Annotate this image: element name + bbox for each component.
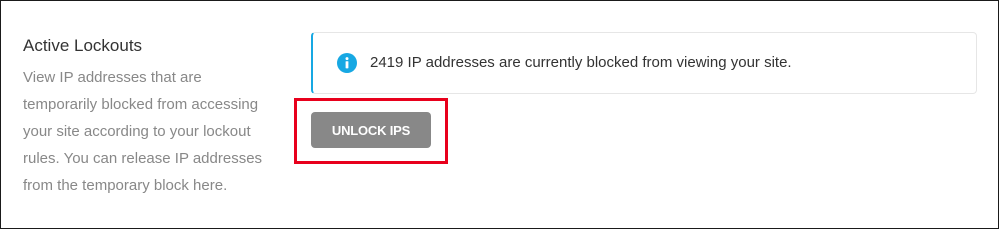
- settings-panel: Active Lockouts View IP addresses that a…: [0, 0, 999, 229]
- section-description: View IP addresses that are temporarily b…: [23, 69, 263, 194]
- info-icon: [337, 53, 357, 73]
- section-header: Active Lockouts View IP addresses that a…: [23, 35, 273, 199]
- unlock-ips-button[interactable]: UNLOCK IPS: [311, 112, 431, 148]
- section-title: Active Lockouts: [23, 36, 143, 55]
- lockout-notice: 2419 IP addresses are currently blocked …: [311, 32, 977, 94]
- notice-text: 2419 IP addresses are currently blocked …: [370, 54, 792, 71]
